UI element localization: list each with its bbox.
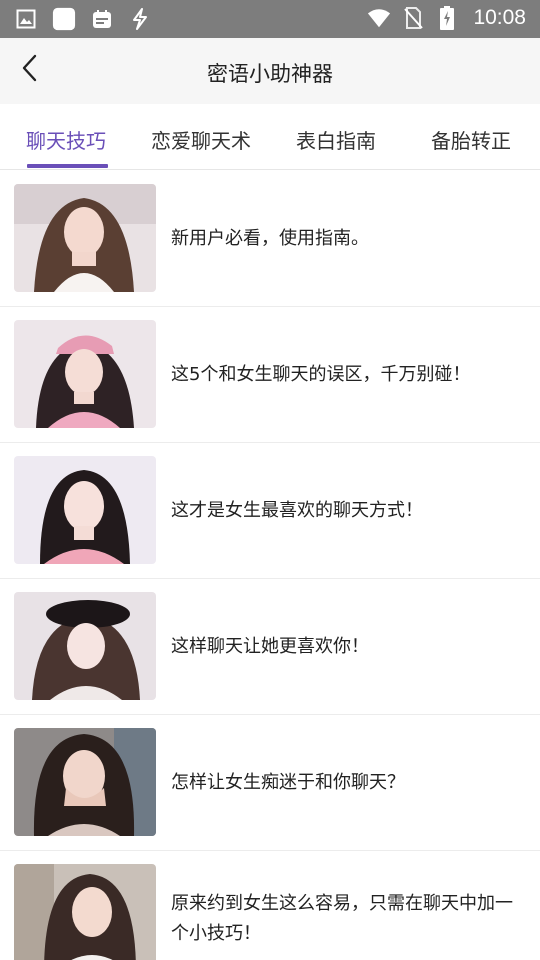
article-thumbnail — [14, 456, 156, 564]
article-thumbnail — [14, 864, 156, 960]
list-item[interactable]: 怎样让女生痴迷于和你聊天？ — [0, 715, 540, 851]
article-thumbnail — [14, 592, 156, 700]
list-item[interactable]: 新用户必看，使用指南。 — [0, 171, 540, 307]
no-sim-icon — [401, 6, 425, 30]
article-title: 这5个和女生聊天的误区，千万别碰！ — [171, 363, 471, 385]
article-title: 原来约到女生这么容易，只需在聊天中加一个小技巧！ — [171, 892, 513, 944]
list-item[interactable]: 这5个和女生聊天的误区，千万别碰！ — [0, 307, 540, 443]
category-tabs: 聊天技巧 恋爱聊天术 表白指南 备胎转正 — [0, 104, 540, 170]
lightning-icon — [128, 7, 152, 31]
article-thumbnail — [14, 728, 156, 836]
article-title: 这样聊天让她更喜欢你！ — [171, 635, 369, 657]
status-bar-left-icons — [14, 7, 152, 31]
tab-chat-skills[interactable]: 聊天技巧 — [26, 125, 106, 154]
article-title: 新用户必看，使用指南。 — [171, 227, 369, 249]
tab-backup-to-partner[interactable]: 备胎转正 — [431, 125, 511, 154]
page-title: 密语小助神器 — [207, 62, 333, 86]
article-thumbnail — [14, 184, 156, 292]
article-title: 怎样让女生痴迷于和你聊天？ — [171, 771, 405, 793]
wifi-icon — [367, 6, 391, 30]
app-square-icon — [52, 7, 76, 31]
app-header: 密语小助神器 — [0, 38, 540, 104]
status-bar-right-icons: 10:08 — [367, 6, 526, 30]
tab-confession-guide[interactable]: 表白指南 — [296, 125, 376, 154]
list-item[interactable]: 这才是女生最喜欢的聊天方式！ — [0, 443, 540, 579]
list-item[interactable]: 这样聊天让她更喜欢你！ — [0, 579, 540, 715]
calendar-icon — [90, 7, 114, 31]
article-thumbnail — [14, 320, 156, 428]
battery-icon — [435, 6, 459, 30]
status-time: 10:08 — [473, 6, 526, 29]
status-bar: 10:08 — [0, 0, 540, 38]
article-list: 新用户必看，使用指南。 这5个和女生聊天的误区，千万别碰！ 这才是女生最喜欢的聊… — [0, 171, 540, 960]
active-tab-indicator — [27, 164, 108, 168]
list-item[interactable]: 原来约到女生这么容易，只需在聊天中加一个小技巧！ — [0, 851, 540, 960]
article-title: 这才是女生最喜欢的聊天方式！ — [171, 499, 423, 521]
tab-love-chat[interactable]: 恋爱聊天术 — [151, 125, 251, 154]
image-icon — [14, 7, 38, 31]
